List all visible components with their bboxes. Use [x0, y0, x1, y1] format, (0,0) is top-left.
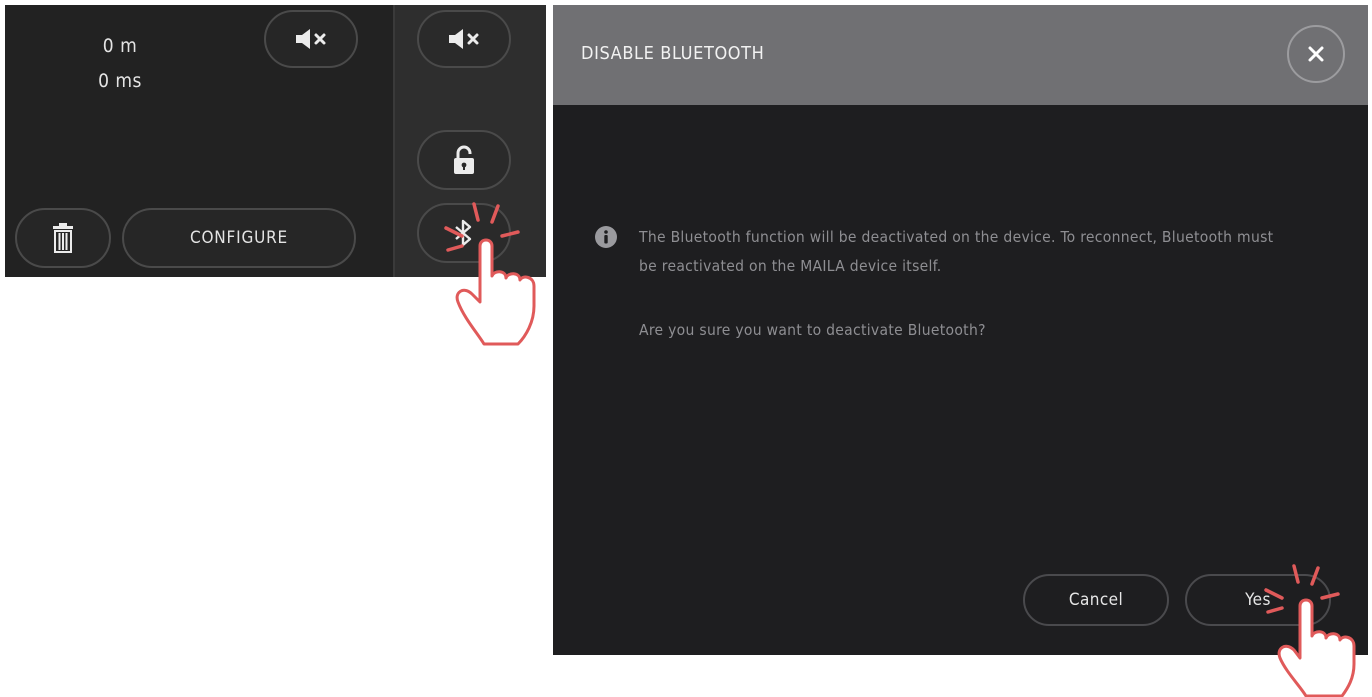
delete-button[interactable]	[15, 208, 111, 268]
dialog-title: DISABLE BLUETOOTH	[581, 43, 765, 64]
pointer-hand-icon	[1264, 564, 1356, 697]
close-icon	[1308, 46, 1324, 62]
cancel-label: Cancel	[1068, 590, 1124, 610]
dialog-question: Are you sure you want to deactivate Blue…	[639, 321, 986, 339]
cancel-button[interactable]: Cancel	[1023, 574, 1169, 626]
trash-icon	[53, 223, 73, 253]
close-button[interactable]	[1287, 25, 1345, 83]
sidebar-mute-button[interactable]	[417, 10, 511, 68]
dialog-message-line1: The Bluetooth function will be deactivat…	[639, 228, 1274, 246]
dialog-header: DISABLE BLUETOOTH	[553, 5, 1368, 105]
mute-button[interactable]	[264, 10, 358, 68]
disable-bluetooth-dialog: DISABLE BLUETOOTH The Bluetooth function…	[553, 5, 1368, 655]
configure-button[interactable]: CONFIGURE	[122, 208, 356, 268]
delay-readout: 0 ms	[98, 70, 142, 92]
info-icon	[595, 226, 617, 248]
speaker-muted-icon	[296, 29, 326, 49]
pointer-hand-icon	[444, 202, 536, 346]
configure-label: CONFIGURE	[189, 228, 288, 248]
lock-button[interactable]	[417, 130, 511, 190]
dialog-message-line2: be reactivated on the MAILA device itsel…	[639, 257, 942, 275]
distance-readout: 0 m	[102, 35, 138, 57]
speaker-muted-icon	[449, 29, 479, 49]
unlocked-padlock-icon	[454, 145, 474, 174]
